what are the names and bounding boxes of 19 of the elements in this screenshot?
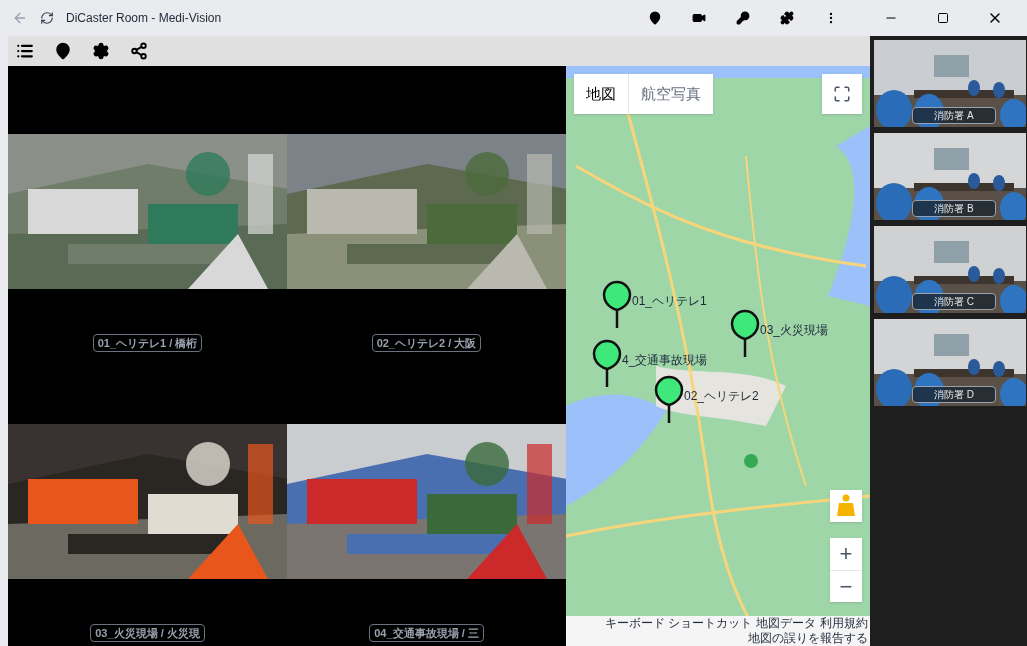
location-button[interactable] bbox=[54, 42, 72, 60]
key-icon bbox=[736, 11, 750, 25]
participant-label: 消防署 D bbox=[912, 386, 996, 403]
participant-label: 消防署 C bbox=[912, 293, 996, 310]
settings-button[interactable] bbox=[92, 42, 110, 60]
reload-button[interactable] bbox=[40, 11, 54, 25]
video-label: 03_火災現場 / 火災現 bbox=[90, 623, 205, 642]
participant-label: 消防署 A bbox=[912, 107, 996, 124]
video-label: 04_交通事故現場 / 三 bbox=[369, 623, 484, 642]
video-label: 01_ヘリテレ1 / 橋桁 bbox=[92, 333, 203, 352]
puzzle-icon bbox=[780, 11, 794, 25]
video-label: 02_ヘリテレ2 / 大阪 bbox=[371, 333, 482, 352]
list-button[interactable] bbox=[16, 42, 34, 60]
window-title: DiCaster Room - Medi-Vision bbox=[66, 10, 222, 27]
video-camera-icon bbox=[692, 11, 706, 25]
location-icon bbox=[648, 11, 662, 25]
share-button[interactable] bbox=[130, 42, 148, 60]
maximize-icon bbox=[937, 12, 949, 24]
participant-label: 消防署 B bbox=[912, 200, 996, 217]
